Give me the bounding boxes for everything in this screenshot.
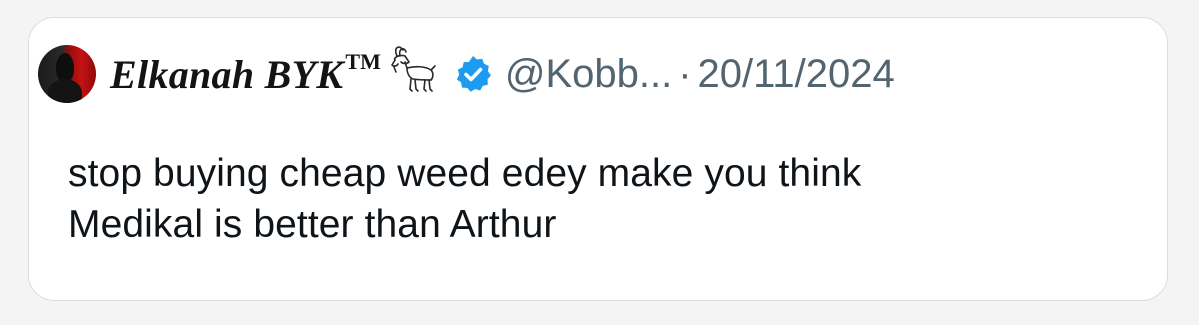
avatar[interactable] bbox=[38, 45, 96, 103]
user-handle[interactable]: @Kobb... bbox=[505, 52, 672, 97]
trademark-mark: TM bbox=[345, 49, 381, 74]
tweet-text-line: stop buying cheap weed edey make you thi… bbox=[68, 152, 862, 195]
tweet-header: Elkanah BYK TM @Kobb... · 20/11/2024 bbox=[38, 45, 895, 103]
tweet-text: stop buying cheap weed edey make you thi… bbox=[68, 148, 861, 250]
display-name[interactable]: Elkanah BYK bbox=[110, 51, 343, 98]
tweet-date[interactable]: 20/11/2024 bbox=[698, 52, 895, 97]
separator-dot: · bbox=[678, 51, 692, 96]
goat-icon bbox=[383, 42, 439, 103]
tweet-text-line: Medikal is better than Arthur bbox=[68, 203, 557, 246]
verified-badge-icon bbox=[456, 56, 491, 92]
